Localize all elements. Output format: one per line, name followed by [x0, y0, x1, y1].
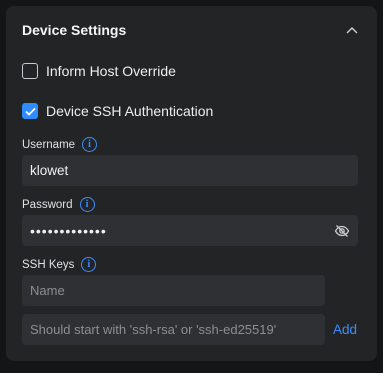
inform-host-override-checkbox[interactable] — [22, 63, 38, 79]
ssh-key-name-input[interactable]: Name — [22, 275, 325, 306]
add-ssh-key-button[interactable]: Add — [333, 322, 357, 337]
card-header: Device Settings — [22, 20, 361, 40]
device-ssh-auth-label: Device SSH Authentication — [46, 103, 214, 119]
chevron-up-icon[interactable] — [345, 23, 359, 37]
password-value: ••••••••••••• — [30, 222, 107, 239]
info-icon[interactable]: i — [81, 257, 97, 272]
password-label: Password — [22, 198, 73, 211]
device-ssh-auth-checkbox[interactable] — [22, 103, 38, 119]
password-input[interactable]: ••••••••••••• — [22, 215, 358, 246]
info-icon[interactable]: i — [79, 197, 95, 212]
inform-host-override-label: Inform Host Override — [46, 63, 176, 79]
device-settings-card: Device Settings Inform Host Override Dev… — [6, 6, 377, 361]
username-label-row: Username i — [22, 137, 98, 152]
ssh-key-name-placeholder: Name — [30, 283, 65, 298]
checkmark-icon — [24, 107, 36, 116]
ssh-keys-label: SSH Keys — [22, 258, 75, 271]
username-input[interactable]: klowet — [22, 155, 358, 186]
username-label: Username — [22, 138, 76, 151]
info-icon[interactable]: i — [82, 137, 98, 152]
ssh-keys-label-row: SSH Keys i — [22, 257, 97, 272]
username-value: klowet — [30, 163, 69, 178]
password-label-row: Password i — [22, 197, 95, 212]
ssh-key-value-input[interactable]: Should start with 'ssh-rsa' or 'ssh-ed25… — [22, 314, 325, 345]
eye-off-icon[interactable] — [334, 223, 350, 239]
card-title: Device Settings — [22, 22, 127, 38]
device-ssh-auth-option[interactable]: Device SSH Authentication — [22, 103, 213, 119]
ssh-key-value-placeholder: Should start with 'ssh-rsa' or 'ssh-ed25… — [30, 322, 277, 337]
inform-host-override-option[interactable]: Inform Host Override — [22, 63, 176, 79]
